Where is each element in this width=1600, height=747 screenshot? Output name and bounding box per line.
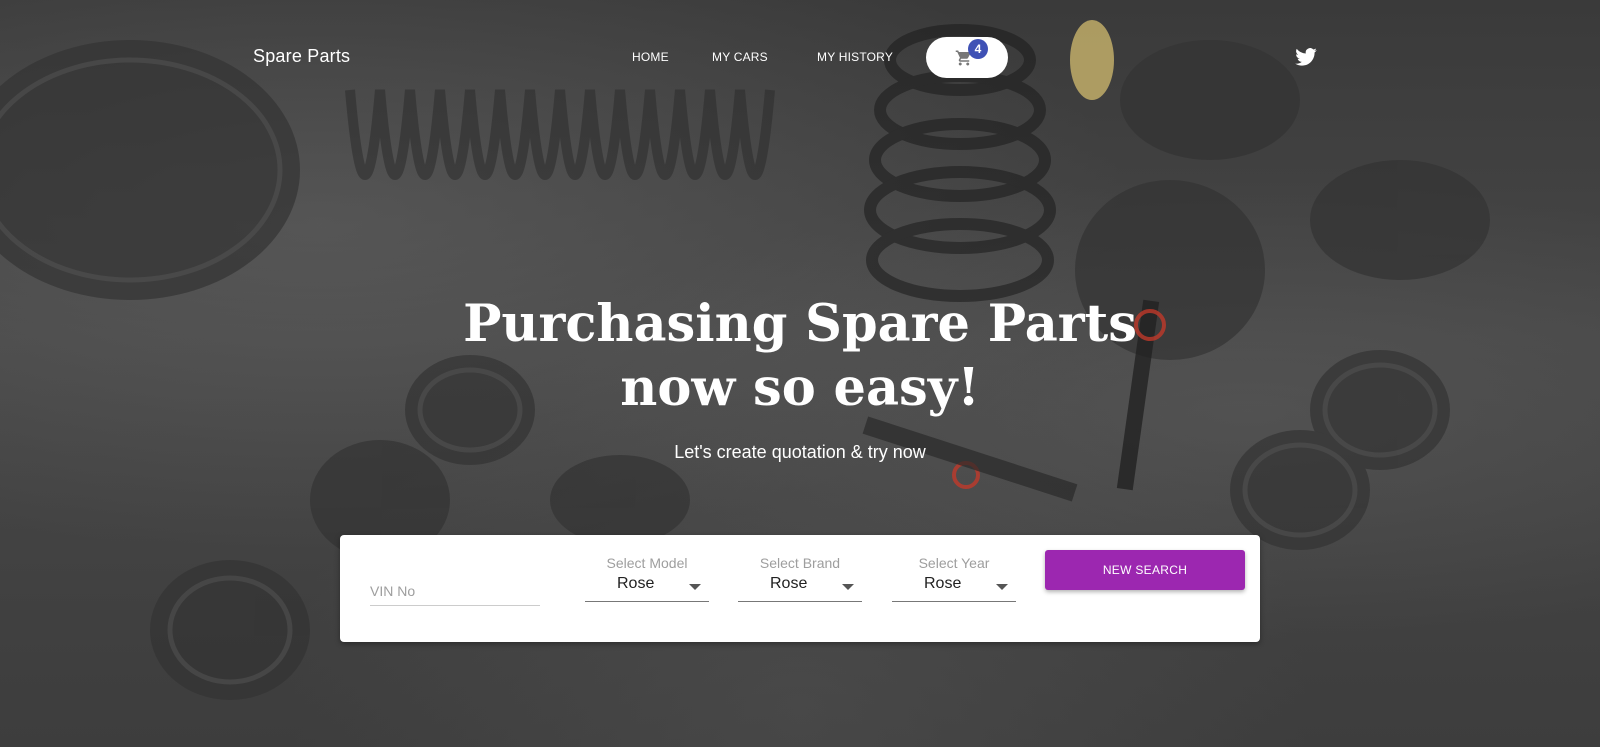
year-select[interactable]: Select Year Rose <box>892 555 1016 602</box>
brand-logo[interactable]: Spare Parts <box>253 46 350 67</box>
hero-subtitle: Let's create quotation & try now <box>674 442 926 462</box>
model-select[interactable]: Select Model Rose <box>585 555 709 602</box>
twitter-icon[interactable] <box>1295 48 1317 66</box>
brand-select-label: Select Brand <box>759 555 841 571</box>
new-search-button[interactable]: NEW SEARCH <box>1045 550 1245 590</box>
cart-button[interactable]: 4 <box>926 37 1008 78</box>
model-select-box[interactable]: Rose <box>585 575 709 602</box>
year-select-box[interactable]: Rose <box>892 575 1016 602</box>
brand-select-value: Rose <box>770 575 808 592</box>
vin-input[interactable] <box>370 581 540 606</box>
model-select-label: Select Model <box>606 555 688 571</box>
year-select-value: Rose <box>924 575 962 592</box>
search-card: Select Model Rose Select Brand Rose Sele… <box>340 535 1260 642</box>
brand-select[interactable]: Select Brand Rose <box>738 555 862 602</box>
nav-my-history[interactable]: MY HISTORY <box>817 50 893 64</box>
hero-title: Purchasing Spare Parts now so easy! <box>0 292 1600 420</box>
chevron-down-icon <box>996 584 1008 590</box>
nav-home[interactable]: HOME <box>632 50 669 64</box>
year-select-label: Select Year <box>918 555 990 571</box>
hero-title-line2: now so easy! <box>620 358 980 418</box>
brand-select-box[interactable]: Rose <box>738 575 862 602</box>
chevron-down-icon <box>842 584 854 590</box>
hero-title-line1: Purchasing Spare Parts <box>463 294 1137 354</box>
model-select-value: Rose <box>617 575 655 592</box>
chevron-down-icon <box>689 584 701 590</box>
cart-count-badge: 4 <box>968 39 988 59</box>
nav-my-cars[interactable]: MY CARS <box>712 50 768 64</box>
